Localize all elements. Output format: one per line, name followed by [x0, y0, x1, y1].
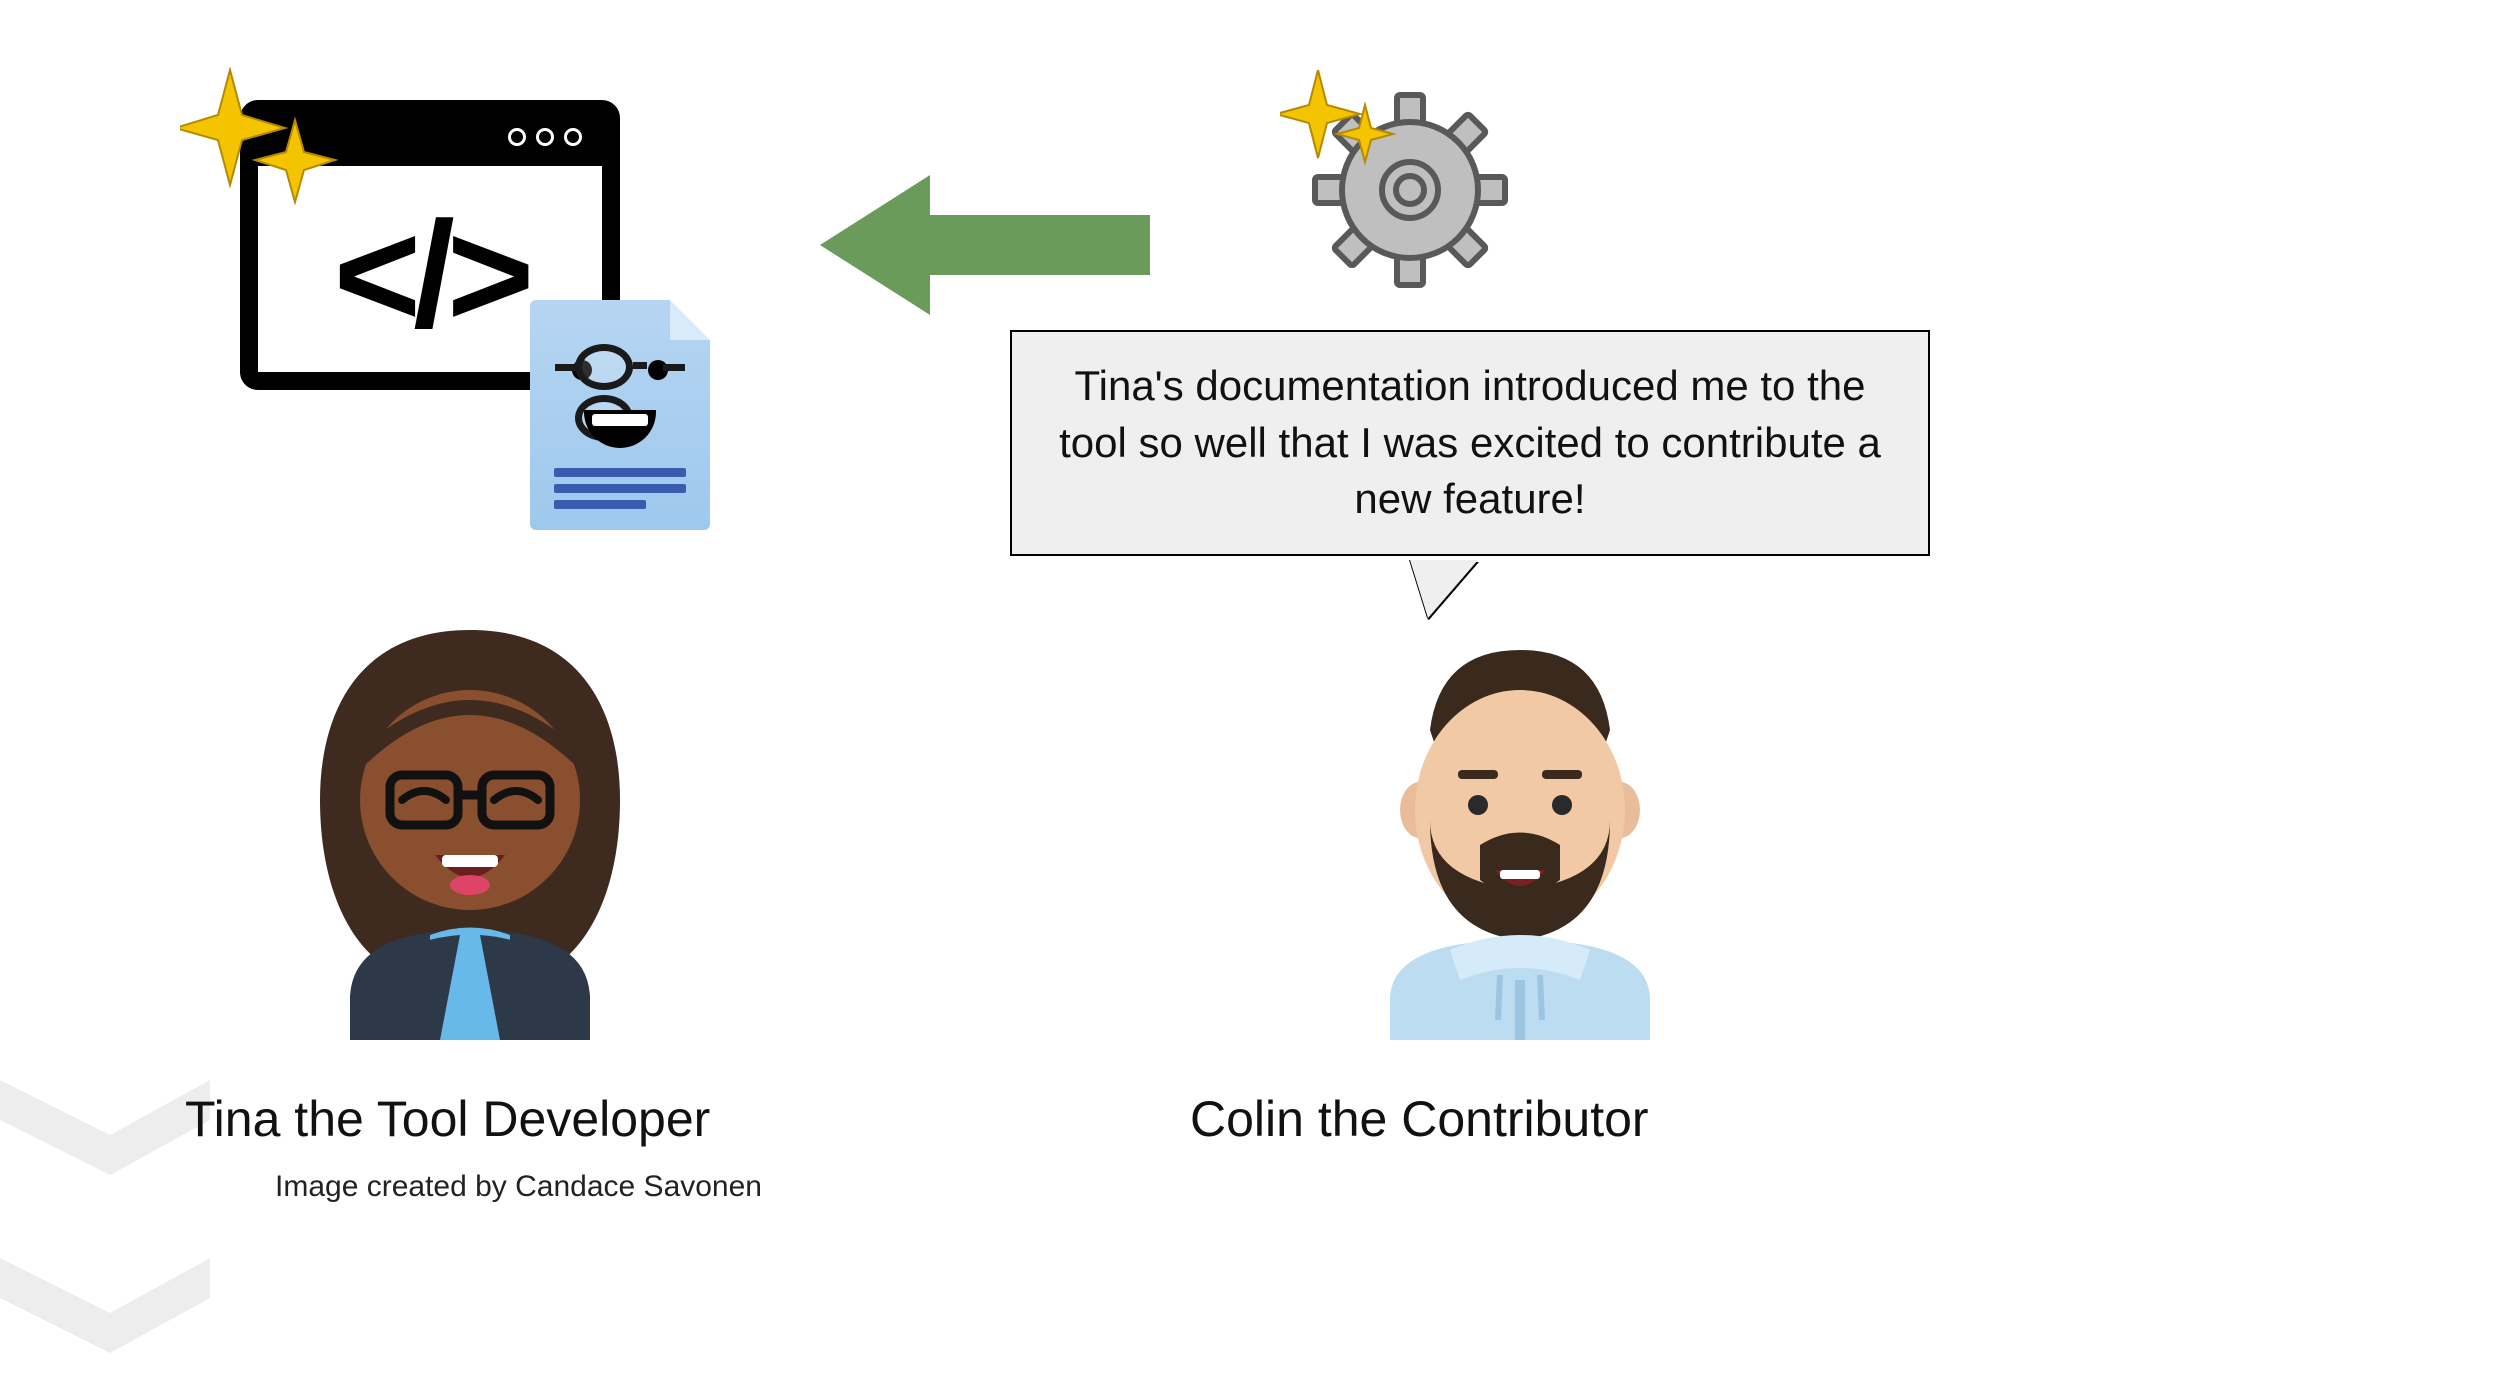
gear-block: [1310, 90, 1510, 295]
document-character: [530, 300, 710, 530]
decoration-chevron-lower: [0, 1258, 210, 1388]
sparkle-icon: [1280, 70, 1410, 190]
caption-colin: Colin the Contributor: [1190, 1090, 1649, 1148]
diagram-container: </>: [0, 0, 2500, 1388]
window-dot-icon: [508, 128, 526, 146]
window-control-dots: [508, 128, 582, 146]
speech-bubble: Tina's documentation introduced me to th…: [1010, 330, 1930, 556]
window-dot-icon: [564, 128, 582, 146]
left-arrow-icon: [820, 170, 1150, 320]
page-fold-icon: [670, 300, 710, 340]
decoration-chevron-upper: [0, 1080, 210, 1210]
speech-bubble-tail-icon: [1410, 560, 1478, 618]
window-dot-icon: [536, 128, 554, 146]
sparkle-icon: [180, 60, 360, 230]
speech-text: Tina's documentation introduced me to th…: [1059, 362, 1881, 522]
caption-tina: Tina the Tool Developer: [185, 1090, 710, 1148]
image-credit: Image created by Candace Savonen: [275, 1170, 762, 1204]
doc-text-lines: [554, 461, 686, 516]
tina-avatar: [290, 600, 650, 1040]
document-page-icon: [530, 300, 710, 530]
colin-avatar: [1350, 620, 1690, 1040]
